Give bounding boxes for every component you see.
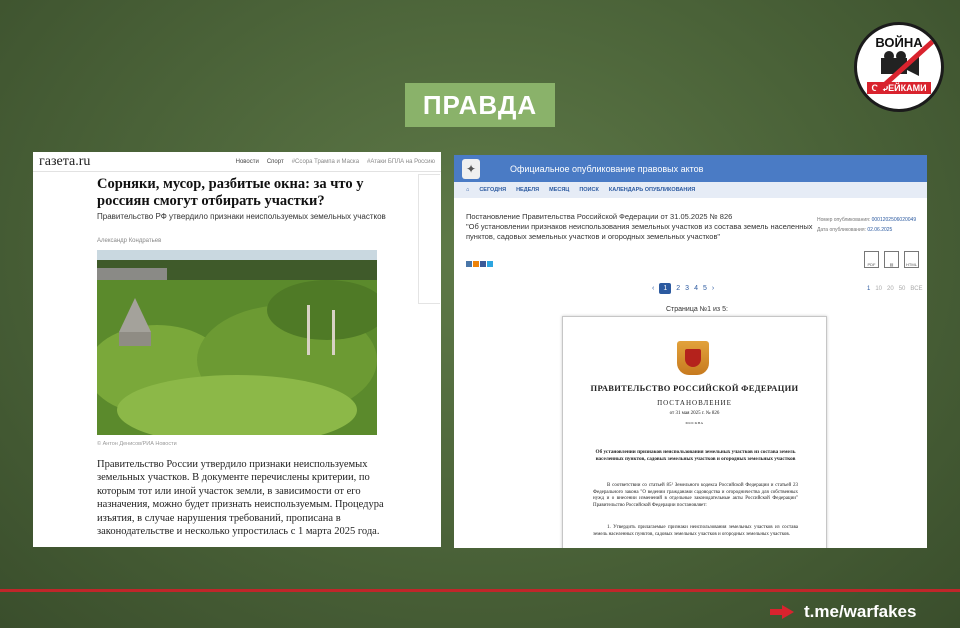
document-subtitle: "Об установлении признаков неиспользован… [466,222,813,241]
per-page-option[interactable]: ВСЕ [910,286,922,292]
doc-type: ПОСТАНОВЛЕНИЕ [657,399,732,407]
home-icon[interactable]: ⌂ [466,187,469,193]
page-label: Страница №1 из 5: [666,306,728,313]
page-link[interactable]: 1 [659,283,672,294]
logo-top-text: ВОЙНА [875,34,923,50]
coat-of-arms-icon: ✦ [462,158,480,179]
gazeta-header: газета.ru Новости Спорт #Ссора Трампа и … [33,152,441,172]
per-page-selector: 1 10 20 50 ВСЕ [867,286,923,292]
pravda-badge: ПРАВДА [405,83,555,127]
page-link[interactable]: 4 [694,285,698,292]
sidebar-widget [418,174,440,304]
gazeta-nav-item[interactable]: #Ссора Трампа и Маска [292,159,359,165]
html-icon[interactable]: HTML [904,251,919,268]
doc-date: от 31 мая 2025 г. № 826 [669,411,720,416]
document-title: Постановление Правительства Российской Ф… [466,212,816,242]
meta-number-label: Номер опубликования: [817,217,871,223]
article-title: Сорняки, мусор, разбитые окна: за что у … [97,176,364,209]
meta-date-label: Дата опубликования: [817,227,866,233]
page-link[interactable]: 5 [703,285,707,292]
portal-nav: ⌂ СЕГОДНЯ НЕДЕЛЯ МЕСЯЦ ПОИСК КАЛЕНДАРЬ О… [454,182,927,198]
footer-divider [0,589,960,592]
telegram-link[interactable]: t.me/warfakes [770,602,916,622]
nav-week[interactable]: НЕДЕЛЯ [516,187,539,193]
fb-icon[interactable] [480,261,486,267]
state-emblem-icon [677,341,709,375]
page-link[interactable]: 2 [676,285,680,292]
article-author[interactable]: Александр Кондратьев [97,238,161,244]
doc-heading: Об установлении признаков неиспользовани… [595,449,796,462]
nav-search[interactable]: ПОИСК [579,187,599,193]
prev-page-icon[interactable]: ‹ [652,285,654,292]
document-page: ПРАВИТЕЛЬСТВО РОССИЙСКОЙ ФЕДЕРАЦИИ ПОСТА… [562,316,827,548]
article-subtitle: Правительство РФ утвердило признаки неис… [97,212,386,221]
war-on-fakes-logo: ВОЙНА С ФЕЙКАМИ [854,22,944,112]
nav-today[interactable]: СЕГОДНЯ [479,187,506,193]
ok-icon[interactable] [473,261,479,267]
gazeta-nav-item[interactable]: #Атаки БПЛА на Россию [367,159,435,165]
gazeta-article-screenshot: газета.ru Новости Спорт #Ссора Трампа и … [33,152,441,547]
nav-month[interactable]: МЕСЯЦ [549,187,569,193]
garden-photo [97,250,377,435]
page-link[interactable]: 3 [685,285,689,292]
gazeta-nav-item[interactable]: Новости [236,159,259,165]
per-page-option[interactable]: 20 [887,286,894,292]
pdf-icon[interactable]: PDF [864,251,879,268]
pravo-portal-screenshot: ✦ Официальное опубликование правовых акт… [454,155,927,548]
meta-number[interactable]: 0001202506020049 [872,217,917,223]
gazeta-logo[interactable]: газета.ru [39,154,90,170]
publication-meta: Номер опубликования: 0001202506020049 Да… [817,215,916,235]
gazeta-nav: Новости Спорт #Ссора Трампа и Маска #Ата… [236,159,435,165]
telegram-link-text[interactable]: t.me/warfakes [804,602,916,622]
print-icon[interactable]: ▤ [884,251,899,268]
doc-paragraph: В соответствии со статьей 85¹ Земельного… [593,483,798,508]
portal-title: Официальное опубликование правовых актов [510,163,704,174]
portal-header: ✦ Официальное опубликование правовых акт… [454,155,927,182]
share-buttons [466,261,493,267]
meta-date: 02.06.2025 [867,227,893,233]
doc-government: ПРАВИТЕЛЬСТВО РОССИЙСКОЙ ФЕДЕРАЦИИ [590,383,799,393]
file-icons: PDF ▤ HTML [864,251,919,268]
next-page-icon[interactable]: › [712,285,714,292]
nav-calendar[interactable]: КАЛЕНДАРЬ ОПУБЛИКОВАНИЯ [609,187,695,193]
gazeta-nav-item[interactable]: Спорт [267,159,284,165]
telegram-icon[interactable] [487,261,493,267]
photo-caption: © Антон Денисов/РИА Новости [97,441,177,447]
pagination: ‹ 1 2 3 4 5 › [652,283,714,294]
per-page-option[interactable]: 10 [875,286,882,292]
doc-city: МОСКВА [685,421,704,425]
vk-icon[interactable] [466,261,472,267]
arrow-right-icon [770,605,794,619]
document-title-line: Постановление Правительства Российской Ф… [466,212,733,221]
doc-paragraph: 1. Утвердить прилагаемые признаки неиспо… [593,525,798,537]
per-page-option[interactable]: 1 [867,286,870,292]
article-body: Правительство России утвердило признаки … [97,459,384,538]
per-page-option[interactable]: 50 [899,286,906,292]
